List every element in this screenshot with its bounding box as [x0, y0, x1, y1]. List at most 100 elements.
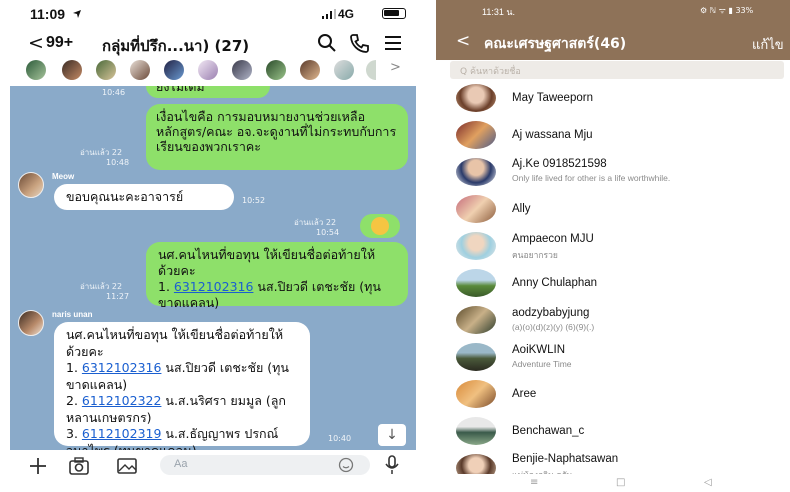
chevron-right-icon[interactable]: >: [390, 60, 401, 75]
avatar[interactable]: [198, 60, 218, 80]
image-icon[interactable]: [116, 456, 138, 476]
search-placeholder: Q ค้นหาด้วยชื่อ: [460, 67, 521, 77]
list-item[interactable]: Aj wassana Mju: [436, 117, 790, 154]
message-time: 10:52: [242, 196, 266, 205]
avatar[interactable]: [300, 60, 320, 80]
message-bubble: เงื่อนไขคือ การมอบหมายงานช่วยเหลือหลักสู…: [146, 104, 408, 170]
microphone-icon[interactable]: [384, 455, 400, 475]
member-list-screen: 11:31 น. ⚙ ℕ ᯤ ▮ 33% < คณะเศรษฐศาสตร์(46…: [436, 0, 790, 492]
message-bubble: ยังไม่เต็ม: [146, 86, 270, 98]
member-name: aodzybabyjung: [512, 307, 590, 319]
message-line: 3. 6112102319 น.ส.ธัญญาพร ปรกณ์วนาไพร (ท…: [66, 426, 298, 450]
avatar: [456, 269, 496, 297]
plus-icon[interactable]: [28, 456, 48, 476]
back-icon[interactable]: ◁: [704, 477, 712, 488]
unread-count[interactable]: 99+: [46, 34, 73, 52]
list-number: 2.: [66, 393, 82, 408]
list-item[interactable]: Ally: [436, 191, 790, 228]
message-time: 10:48: [106, 158, 130, 167]
avatar[interactable]: [334, 60, 354, 80]
chat-area[interactable]: ยังไม่เต็ม 10:46 เงื่อนไขคือ การมอบหมายง…: [10, 86, 416, 450]
message-text: เงื่อนไขคือ การมอบหมายงานช่วยเหลือหลักสู…: [156, 109, 397, 154]
member-name: AoiKWLIN: [512, 344, 566, 356]
home-icon[interactable]: □: [616, 477, 625, 488]
member-name: Aj.Ke 0918521598: [512, 158, 607, 170]
message-line: 1. 6312102316 นส.ปิยวดี เตชะชัย (ทุนขาดแ…: [158, 279, 396, 311]
message-input-bar: Aa: [0, 450, 426, 480]
avatar[interactable]: [62, 60, 82, 80]
status-time: 11:31 น.: [482, 7, 516, 17]
phone-link[interactable]: 6312102316: [82, 360, 162, 375]
member-name: Aree: [512, 388, 537, 400]
avatar[interactable]: [18, 172, 44, 198]
phone-link[interactable]: 6112102319: [82, 426, 162, 441]
list-number: 3.: [66, 426, 82, 441]
message-text: ยังไม่เต็ม: [156, 86, 205, 94]
message-time: 10:54: [316, 228, 340, 237]
avatar[interactable]: [266, 60, 286, 80]
member-name: Ampaecon MJU: [512, 233, 594, 245]
avatar[interactable]: [366, 60, 376, 80]
back-chevron-icon[interactable]: <: [28, 32, 44, 54]
message-input[interactable]: Aa: [160, 455, 370, 475]
emoji-message: [360, 214, 400, 238]
phone-link[interactable]: 6312102316: [174, 279, 254, 294]
camera-icon[interactable]: [68, 456, 90, 476]
list-item[interactable]: AoiKWLIN Adventure Time: [436, 339, 790, 376]
chat-title[interactable]: กลุ่มที่ปรึก...นา) (27): [102, 34, 249, 58]
list-item[interactable]: aodzybabyjung (a)(o)(d)(z)(y) (6)(9)(.): [436, 302, 790, 339]
search-input[interactable]: Q ค้นหาด้วยชื่อ: [450, 61, 784, 79]
location-arrow-icon: [73, 10, 81, 18]
list-item[interactable]: Aree: [436, 376, 790, 413]
list-item[interactable]: Anny Chulaphan: [436, 265, 790, 302]
avatar: [456, 195, 496, 223]
avatar[interactable]: [232, 60, 252, 80]
list-item[interactable]: Ampaecon MJU คนอยากรวย: [436, 228, 790, 265]
avatar: [456, 380, 496, 408]
message-text: นศ.คนไหนที่ขอทุน ให้เขียนชื่อต่อท้ายให้ด…: [158, 247, 376, 278]
avatar[interactable]: [164, 60, 184, 80]
menu-icon[interactable]: [382, 32, 404, 54]
avatar[interactable]: [130, 60, 150, 80]
line-chat-screen: 11:09 4G < 99+ กลุ่มที่ปรึก...นา) (27) >…: [0, 0, 426, 492]
avatar[interactable]: [26, 60, 46, 80]
status-bar: 11:09 4G: [0, 0, 426, 28]
status-time: 11:09: [30, 6, 66, 22]
list-number: 1.: [66, 360, 82, 375]
avatar[interactable]: [18, 310, 44, 336]
message-line: 1. 6312102316 นส.ปิยวดี เตชะชัย (ทุนขาดแ…: [66, 360, 298, 393]
list-item[interactable]: Benchawan_c: [436, 413, 790, 450]
message-time: 11:27: [106, 292, 130, 301]
list-item[interactable]: Aj.Ke 0918521598 Only life lived for oth…: [436, 154, 790, 191]
member-name: Benchawan_c: [512, 425, 585, 437]
avatar[interactable]: [96, 60, 116, 80]
phone-call-icon[interactable]: [348, 32, 370, 54]
sender-name: naris unan: [52, 310, 93, 319]
read-receipt: อ่านแล้ว 22: [80, 282, 123, 291]
signal-icon: [322, 9, 336, 19]
list-item[interactable]: May Taweeporn: [436, 80, 790, 117]
member-status: Only life lived for other is a life wort…: [512, 173, 671, 183]
message-bubble: ขอบคุณนะคะอาจารย์: [54, 184, 234, 210]
status-icons: ⚙ ℕ ᯤ ▮ 33%: [700, 6, 754, 15]
member-avatar-strip[interactable]: >: [26, 60, 426, 84]
message-bubble: นศ.คนไหนที่ขอทุน ให้เขียนชื่อต่อท้ายให้ด…: [146, 242, 408, 310]
scroll-down-arrow-icon[interactable]: ↓: [378, 424, 406, 446]
emoji-icon[interactable]: [338, 457, 354, 473]
message-text: นศ.คนไหนที่ขอทุน ให้เขียนชื่อต่อท้ายให้ด…: [66, 327, 284, 359]
system-nav-bar: ≡ □ ◁: [436, 474, 790, 492]
member-status: คนอยากรวย: [512, 250, 558, 260]
avatar: [456, 121, 496, 149]
input-placeholder: Aa: [174, 458, 188, 470]
phone-link[interactable]: 6112102322: [82, 393, 162, 408]
edit-button[interactable]: แก้ไข: [752, 34, 784, 55]
back-chevron-icon[interactable]: <: [456, 31, 470, 51]
member-name: Anny Chulaphan: [512, 277, 598, 289]
avatar: [456, 306, 496, 334]
smile-icon: [371, 217, 389, 235]
screenshot-composite: 11:09 4G < 99+ กลุ่มที่ปรึก...นา) (27) >…: [0, 0, 790, 492]
recent-apps-icon[interactable]: ≡: [530, 477, 538, 488]
member-name: Ally: [512, 203, 531, 215]
read-receipt: อ่านแล้ว 22: [294, 218, 337, 227]
search-icon[interactable]: [316, 32, 338, 54]
